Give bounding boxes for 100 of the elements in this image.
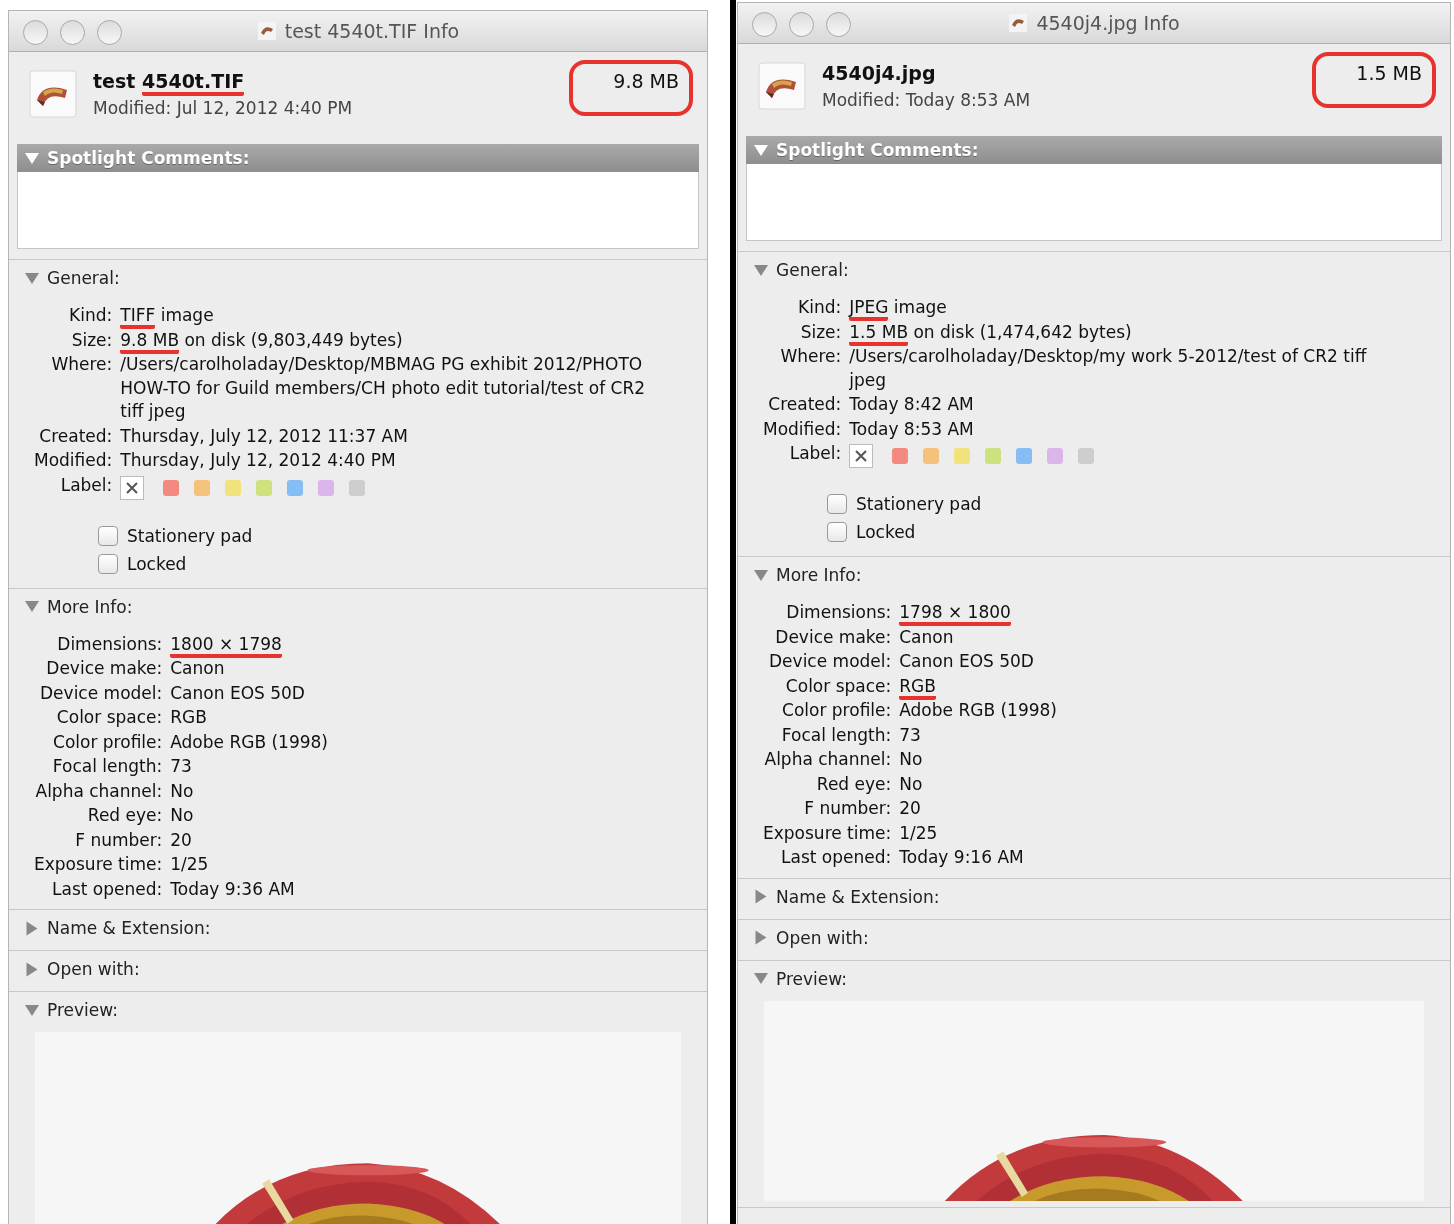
close-button[interactable] [752,12,777,37]
field-label: Label: [788,442,842,465]
field-label: Focal length: [51,755,163,778]
field-value: 20 [170,828,193,852]
field-label: Color profile: [781,699,892,722]
field-value: Today 8:53 AM [849,417,975,441]
field-label: Color space: [784,674,892,698]
field-label: Last opened: [780,846,892,869]
section-header[interactable]: General: [9,260,707,294]
label-color-swatch[interactable] [318,479,335,496]
label-color-swatch[interactable] [1016,448,1033,464]
field-value: Adobe RGB (1998) [170,730,329,754]
minimize-button[interactable] [60,20,85,45]
field-label: Alpha channel: [763,748,892,771]
field-value: 73 [170,755,193,778]
label-color-swatch[interactable] [287,479,304,496]
field-label: F number: [803,797,892,820]
field-label: Color space: [55,706,163,729]
field-value: RGB [899,674,1436,698]
section-header[interactable]: Name & Extension: [9,910,707,944]
field-value: 1/25 [170,853,210,876]
file-size: 9.8 MB [569,60,693,116]
file-icon [1008,13,1029,33]
field-label: Last opened: [51,877,163,901]
window-title: 4540j4.jpg Info [1036,12,1180,34]
file-icon [256,21,277,41]
section-header[interactable]: Preview: [738,960,1450,995]
field-label: Modified: [34,449,113,472]
comments-field[interactable] [17,172,699,249]
field-label: Where: [779,345,842,368]
field-label: Color profile: [52,730,163,754]
close-button[interactable] [23,20,48,45]
field-value: TIFF image [120,304,661,328]
field-value: 73 [899,723,922,747]
comments-field[interactable] [746,164,1442,241]
checkbox[interactable] [98,553,118,574]
label-color-swatch[interactable] [1078,448,1095,464]
field-value: No [170,804,195,827]
field-value: JPEG image [849,296,1390,320]
checkbox[interactable] [98,525,118,546]
field-value: Canon EOS 50D [899,650,1035,673]
zoom-button[interactable] [826,12,851,37]
checkbox-label: Stationery pad [856,494,982,514]
field-label: Size: [70,328,113,352]
checkbox[interactable] [827,522,847,542]
label-color-swatch[interactable] [256,479,273,496]
field-label: Kind: [797,296,842,319]
field-label: Dimensions: [56,632,163,656]
field-label: Created: [767,393,842,416]
field-value: 20 [899,797,922,820]
field-label: Alpha channel: [34,779,163,803]
field-value: Adobe RGB (1998) [899,699,1058,722]
section-header[interactable]: More Info: [9,588,707,623]
field-value: Thursday, July 12, 2012 11:37 AM [120,424,409,448]
field-value: No [170,779,195,803]
section-header[interactable]: More Info: [738,557,1450,591]
section-header[interactable]: General: [738,252,1450,286]
label-color-swatch[interactable] [954,448,971,464]
field-label: Label: [59,473,113,497]
modified-date: Modified: Today 8:53 AM [822,90,1032,110]
field-value: Canon [170,657,226,680]
field-value: Thursday, July 12, 2012 4:40 PM [120,449,397,472]
modified-date: Modified: Jul 12, 2012 4:40 PM [93,98,354,118]
field-label: Device make: [45,657,163,680]
field-label: Focal length: [780,723,892,747]
label-color-swatch[interactable] [225,479,242,496]
label-color-swatch[interactable] [892,448,909,464]
field-value: 1800 × 1798 [170,632,693,656]
field-label: Red eye: [86,804,163,827]
field-value: No [899,772,924,796]
field-value: /Users/carolholaday/Desktop/my work 5-2012/test of CR2 tiff jpeg [849,345,1368,392]
no-label-icon[interactable] [849,444,874,468]
label-color-swatch[interactable] [194,479,211,496]
field-label: Red eye: [815,772,892,796]
field-label: Size: [799,320,842,344]
field-label: Modified: [763,417,842,441]
checkbox-label: Stationery pad [127,525,253,546]
section-header[interactable]: Open with: [9,951,707,985]
field-label: Device model: [768,650,892,673]
label-color-swatch[interactable] [349,479,366,496]
field-value: 9.8 MB on disk (9,803,449 bytes) [120,328,661,352]
no-label-icon[interactable] [120,475,145,500]
label-color-swatch[interactable] [985,448,1002,464]
label-color-swatch[interactable] [163,479,180,496]
label-color-swatch[interactable] [923,448,940,464]
section-header[interactable]: Open with: [738,919,1450,954]
minimize-button[interactable] [789,12,814,37]
field-value: 1.5 MB on disk (1,474,642 bytes) [849,320,1390,344]
label-color-swatch[interactable] [1047,448,1064,464]
field-label: Exposure time: [34,853,163,876]
file-name: 4540j4.jpg [822,62,937,84]
field-value: Today 8:42 AM [849,393,975,416]
field-label: Kind: [68,304,113,327]
section-header[interactable]: Name & Extension: [738,878,1450,913]
field-label: Dimensions: [785,601,892,624]
section-header[interactable]: Preview: [9,992,707,1026]
field-value: Today 9:16 AM [899,846,1025,869]
checkbox[interactable] [827,494,847,514]
field-value: Canon EOS 50D [170,681,306,705]
zoom-button[interactable] [97,20,122,45]
